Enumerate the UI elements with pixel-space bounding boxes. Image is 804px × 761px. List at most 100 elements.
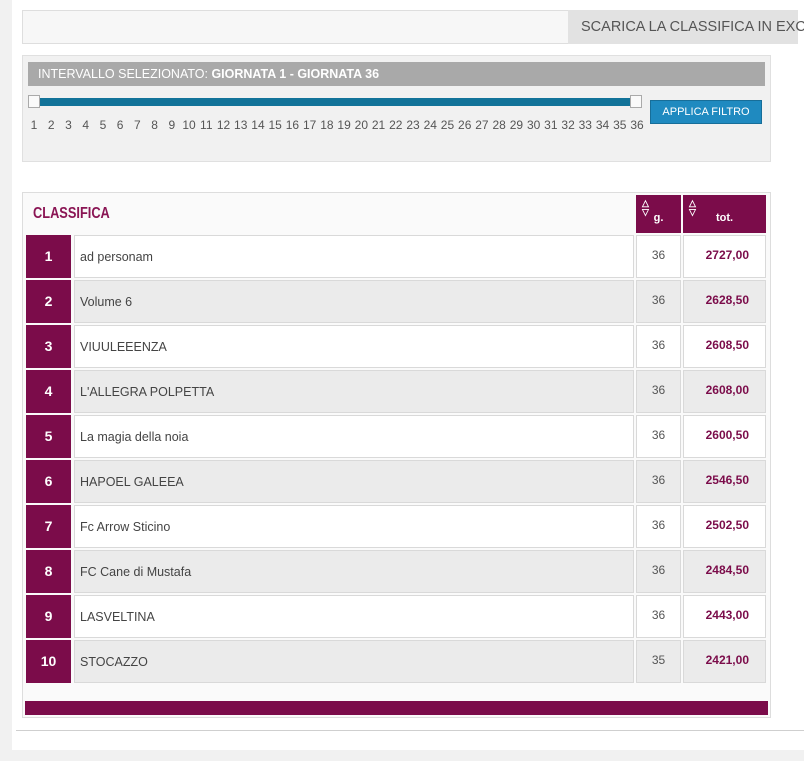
games-cell: 36 (636, 595, 681, 638)
rank-cell: 10 (26, 640, 71, 683)
table-row: 7 Fc Arrow Sticino 36 2502,50 (26, 505, 766, 548)
games-cell: 36 (636, 460, 681, 503)
table-row: 8 FC Cane di Mustafa 36 2484,50 (26, 550, 766, 593)
table-footer-bar (25, 701, 768, 715)
slider-tick-label: 34 (595, 118, 610, 132)
table-row: 4 L'ALLEGRA POLPETTA 36 2608,00 (26, 370, 766, 413)
team-name-cell: HAPOEL GALEEA (74, 460, 634, 503)
slider-tick-label: 1 (30, 118, 38, 132)
slider-tick-label: 17 (302, 118, 317, 132)
slider-tick-labels: 1 2 3 4 5 6 7 8 9 10 11 12 13 14 15 16 17 18 19 20 21 22 23 24 2… (23, 118, 663, 134)
slider-tick-label: 3 (65, 118, 72, 132)
table-row: 10 STOCAZZO 35 2421,00 (26, 640, 766, 683)
total-points-cell: 2443,00 (683, 595, 766, 638)
games-cell: 36 (636, 505, 681, 548)
rank-cell: 5 (26, 415, 71, 458)
team-name-cell: La magia della noia (74, 415, 634, 458)
slider-tick-label: 5 (99, 118, 107, 132)
games-cell: 36 (636, 325, 681, 368)
total-points-cell: 2608,50 (683, 325, 766, 368)
total-points-cell: 2727,00 (683, 235, 766, 278)
rank-cell: 1 (26, 235, 71, 278)
slider-tick-label: 12 (216, 118, 231, 132)
slider-tick-label: 29 (509, 118, 524, 132)
total-points-cell: 2628,50 (683, 280, 766, 323)
total-points-cell: 2421,00 (683, 640, 766, 683)
total-points-cell: 2484,50 (683, 550, 766, 593)
slider-tick-label: 26 (458, 118, 472, 132)
slider-tick-label: 6 (116, 118, 124, 132)
slider-tick-label: 19 (337, 118, 351, 132)
slider-tick-label: 16 (285, 118, 300, 132)
games-cell: 36 (636, 550, 681, 593)
table-row: 6 HAPOEL GALEEA 36 2546,50 (26, 460, 766, 503)
slider-tick-label: 7 (134, 118, 141, 132)
table-row: 1 ad personam 36 2727,00 (26, 235, 766, 278)
slider-tick-label: 14 (251, 118, 265, 132)
slider-tick-label: 11 (200, 118, 213, 132)
rank-cell: 7 (26, 505, 71, 548)
total-points-cell: 2608,00 (683, 370, 766, 413)
range-slider-track[interactable] (34, 98, 636, 106)
total-points-cell: 2546,50 (683, 460, 766, 503)
rank-cell: 6 (26, 460, 71, 503)
slider-tick-label: 27 (475, 118, 489, 132)
games-cell: 36 (636, 370, 681, 413)
slider-tick-label: 25 (440, 118, 455, 132)
rank-cell: 2 (26, 280, 71, 323)
slider-tick-label: 28 (492, 118, 506, 132)
rank-cell: 3 (26, 325, 71, 368)
filter-panel: INTERVALLO SELEZIONATO: GIORNATA 1 - GIO… (22, 55, 771, 162)
rank-cell: 4 (26, 370, 71, 413)
slider-tick-label: 33 (578, 118, 592, 132)
slider-tick-label: 35 (613, 118, 627, 132)
slider-tick-label: 18 (320, 118, 334, 132)
slider-tick-label: 36 (630, 118, 644, 132)
slider-tick-label: 24 (423, 118, 437, 132)
team-name-cell: FC Cane di Mustafa (74, 550, 634, 593)
team-name-cell: L'ALLEGRA POLPETTA (74, 370, 634, 413)
team-name-cell: VIUULEEENZA (74, 325, 634, 368)
games-cell: 36 (636, 415, 681, 458)
slider-tick-label: 10 (182, 118, 196, 132)
slider-tick-label: 15 (268, 118, 282, 132)
slider-tick-label: 20 (354, 118, 369, 132)
range-slider-start-handle[interactable] (28, 95, 40, 108)
apply-filter-button[interactable]: APPLICA FILTRO (650, 100, 762, 124)
table-row: 5 La magia della noia 36 2600,50 (26, 415, 766, 458)
range-slider-end-handle[interactable] (630, 95, 642, 108)
column-header-games-label: g. (653, 212, 664, 224)
slider-tick-label: 21 (371, 118, 386, 132)
interval-header: INTERVALLO SELEZIONATO: GIORNATA 1 - GIO… (28, 62, 765, 86)
download-excel-button[interactable]: SCARICA LA CLASSIFICA IN EXCEL (568, 10, 804, 44)
slider-tick-label: 8 (151, 118, 158, 132)
standings-title: CLASSIFICA (33, 205, 110, 222)
team-name-cell: LASVELTINA (74, 595, 634, 638)
slider-tick-label: 2 (47, 118, 55, 132)
slider-tick-label: 32 (561, 118, 575, 132)
table-row: 9 LASVELTINA 36 2443,00 (26, 595, 766, 638)
slider-tick-label: 30 (526, 118, 541, 132)
total-points-cell: 2502,50 (683, 505, 766, 548)
slider-tick-label: 9 (168, 118, 176, 132)
games-cell: 35 (636, 640, 681, 683)
team-name-cell: STOCAZZO (74, 640, 634, 683)
team-name-cell: ad personam (74, 235, 634, 278)
slider-tick-label: 23 (406, 118, 420, 132)
table-row: 3 VIUULEEENZA 36 2608,50 (26, 325, 766, 368)
column-header-total-label: tot. (715, 212, 734, 224)
total-points-cell: 2600,50 (683, 415, 766, 458)
column-header-games[interactable]: △ ▽ g. (636, 195, 681, 233)
team-name-cell: Volume 6 (74, 280, 634, 323)
table-row: 2 Volume 6 36 2628,50 (26, 280, 766, 323)
column-header-total[interactable]: △ ▽ tot. (683, 195, 766, 233)
rank-cell: 9 (26, 595, 71, 638)
rank-cell: 8 (26, 550, 71, 593)
slider-tick-label: 22 (389, 118, 403, 132)
slider-tick-label: 13 (234, 118, 248, 132)
team-name-cell: Fc Arrow Sticino (74, 505, 634, 548)
interval-prefix: INTERVALLO SELEZIONATO: (38, 67, 208, 81)
page-divider (16, 730, 804, 731)
games-cell: 36 (636, 235, 681, 278)
slider-tick-label: 31 (544, 118, 558, 132)
